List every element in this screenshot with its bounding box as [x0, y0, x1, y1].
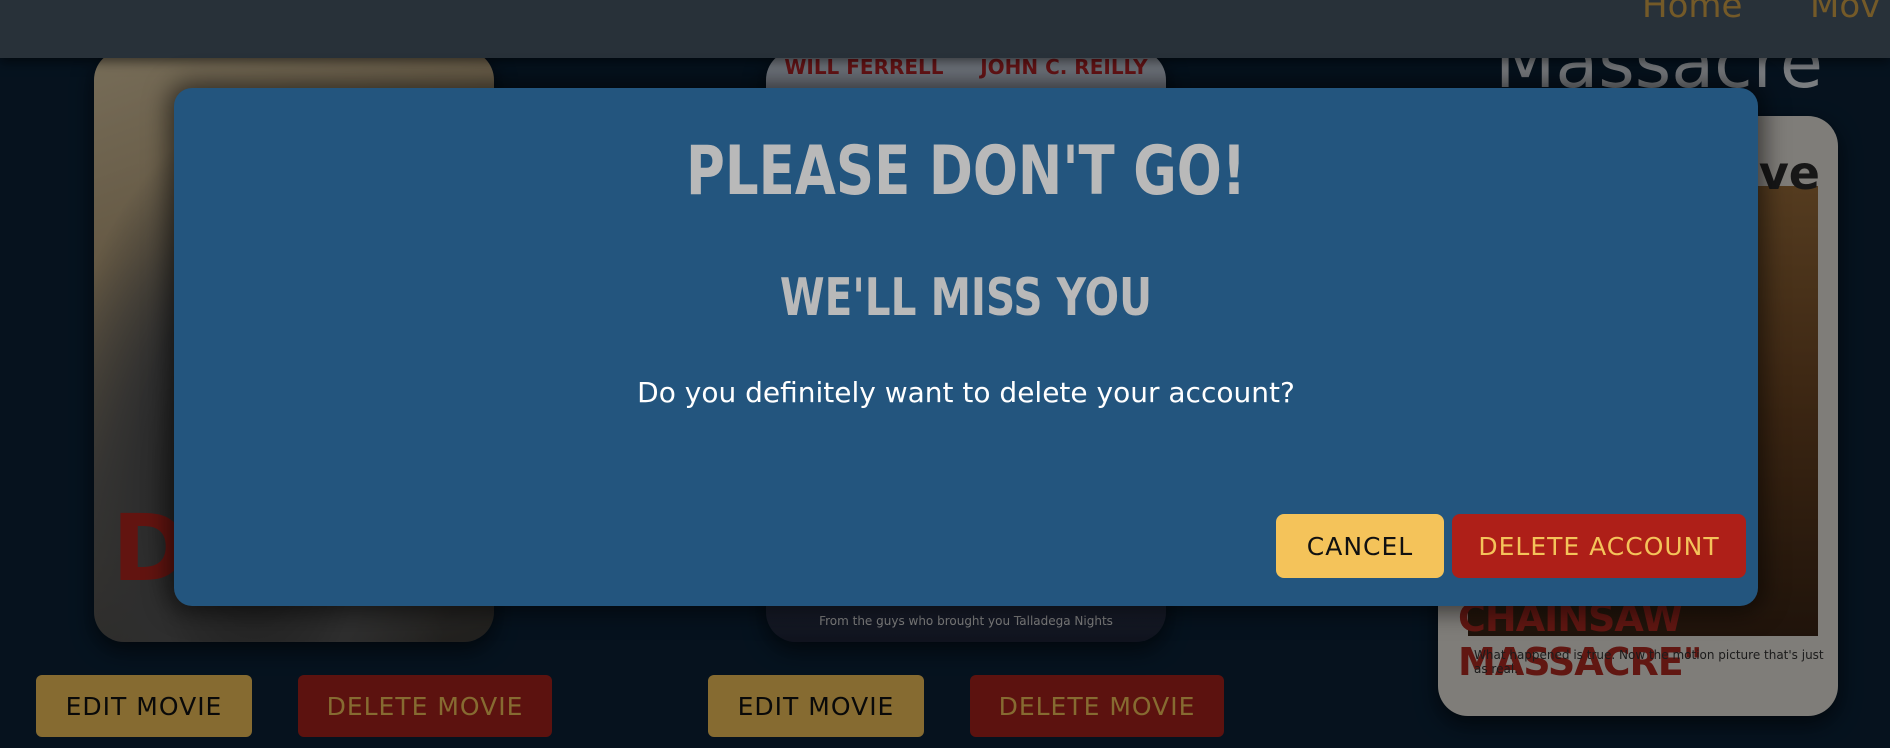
modal-subtitle: WE'LL MISS YOU: [779, 268, 1153, 328]
modal-message: Do you definitely want to delete your ac…: [637, 376, 1295, 409]
delete-account-modal: PLEASE DON'T GO! WE'LL MISS YOU Do you d…: [174, 88, 1758, 606]
modal-title: PLEASE DON'T GO!: [685, 132, 1247, 211]
delete-account-button[interactable]: DELETE ACCOUNT: [1452, 514, 1746, 578]
cancel-button[interactable]: CANCEL: [1276, 514, 1444, 578]
